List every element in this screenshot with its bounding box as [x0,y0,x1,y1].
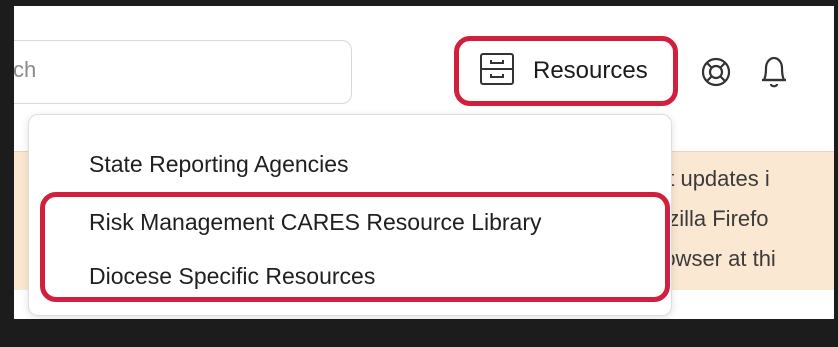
lifebuoy-icon[interactable] [700,56,732,93]
bell-icon[interactable] [758,54,790,95]
menu-item-risk-management-cares-library[interactable]: Risk Management CARES Resource Library [89,209,542,236]
menu-item-state-reporting-agencies[interactable]: State Reporting Agencies [89,151,349,178]
menu-item-diocese-specific-resources[interactable]: Diocese Specific Resources [89,263,375,290]
resources-button[interactable]: Resources [454,36,678,106]
drawer-icon [479,52,515,91]
resources-label: Resources [533,57,648,84]
resources-dropdown-menu: State Reporting Agencies Risk Management… [28,114,672,316]
search-input[interactable]: ch [14,40,352,104]
banner-line-1: at updates i [656,166,770,191]
banner-line-2: ozilla Firefo [656,206,769,231]
banner-line-3: rowser at thi [656,246,776,271]
app-frame: at updates i ozilla Firefo rowser at thi… [14,6,834,319]
search-placeholder: ch [14,57,37,82]
